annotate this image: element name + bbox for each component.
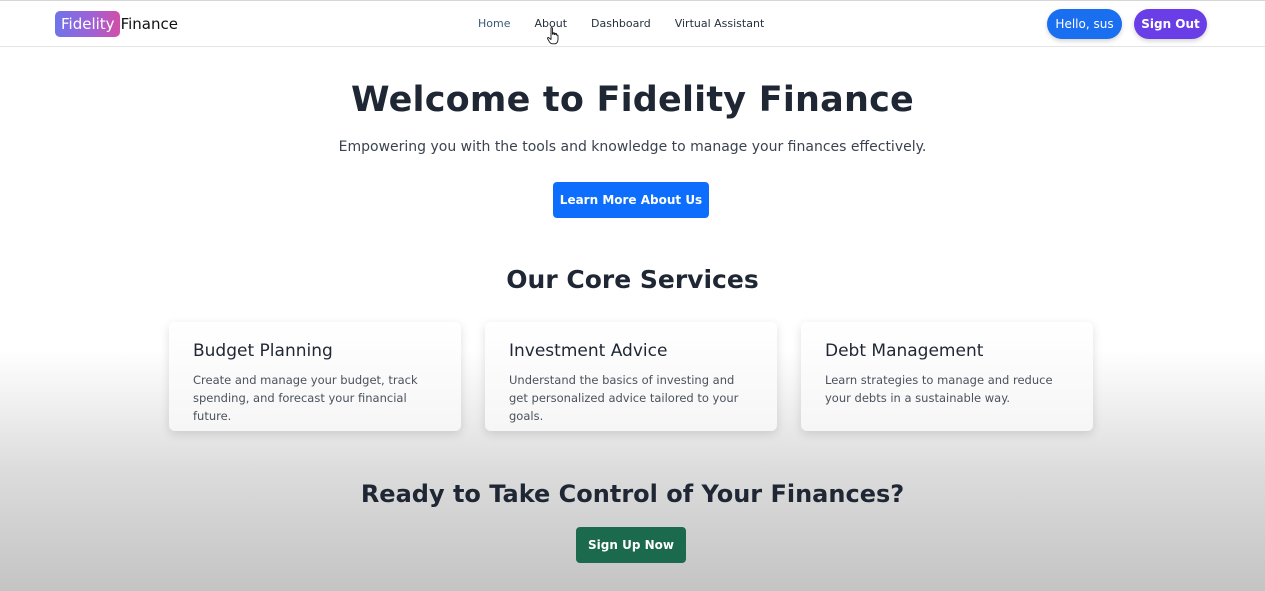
sign-up-button[interactable]: Sign Up Now bbox=[576, 527, 686, 563]
hero-subtitle: Empowering you with the tools and knowle… bbox=[338, 139, 927, 155]
hand-pointer-icon bbox=[547, 27, 559, 45]
user-greeting-button[interactable]: Hello, sus bbox=[1047, 9, 1122, 39]
brand-word: Finance bbox=[120, 15, 178, 33]
learn-more-button[interactable]: Learn More About Us bbox=[553, 182, 709, 218]
top-navbar: Fidelity Finance Home About Dashboard Vi… bbox=[0, 0, 1265, 47]
services-title: Our Core Services bbox=[506, 265, 759, 294]
hero-title: Welcome to Fidelity Finance bbox=[351, 80, 914, 120]
service-card-text: Understand the basics of investing and g… bbox=[509, 373, 739, 423]
service-card-title: Debt Management bbox=[825, 341, 984, 361]
brand-logo[interactable]: Fidelity Finance bbox=[55, 11, 178, 37]
service-card-text: Learn strategies to manage and reduce yo… bbox=[825, 373, 1053, 405]
brand-badge: Fidelity bbox=[55, 11, 120, 37]
service-card-investment-advice: Investment Advice Understand the basics … bbox=[485, 322, 777, 431]
cta-title: Ready to Take Control of Your Finances? bbox=[360, 480, 905, 508]
sign-out-button[interactable]: Sign Out bbox=[1134, 9, 1207, 39]
service-card-title: Budget Planning bbox=[193, 341, 333, 361]
nav-link-virtual-assistant[interactable]: Virtual Assistant bbox=[675, 17, 765, 30]
service-card-budget-planning: Budget Planning Create and manage your b… bbox=[169, 322, 461, 431]
service-card-debt-management: Debt Management Learn strategies to mana… bbox=[801, 322, 1093, 431]
service-card-title: Investment Advice bbox=[509, 341, 668, 361]
main-nav: Home About Dashboard Virtual Assistant bbox=[478, 17, 764, 30]
service-card-text: Create and manage your budget, track spe… bbox=[193, 373, 418, 423]
nav-link-home[interactable]: Home bbox=[478, 17, 510, 30]
nav-link-dashboard[interactable]: Dashboard bbox=[591, 17, 651, 30]
